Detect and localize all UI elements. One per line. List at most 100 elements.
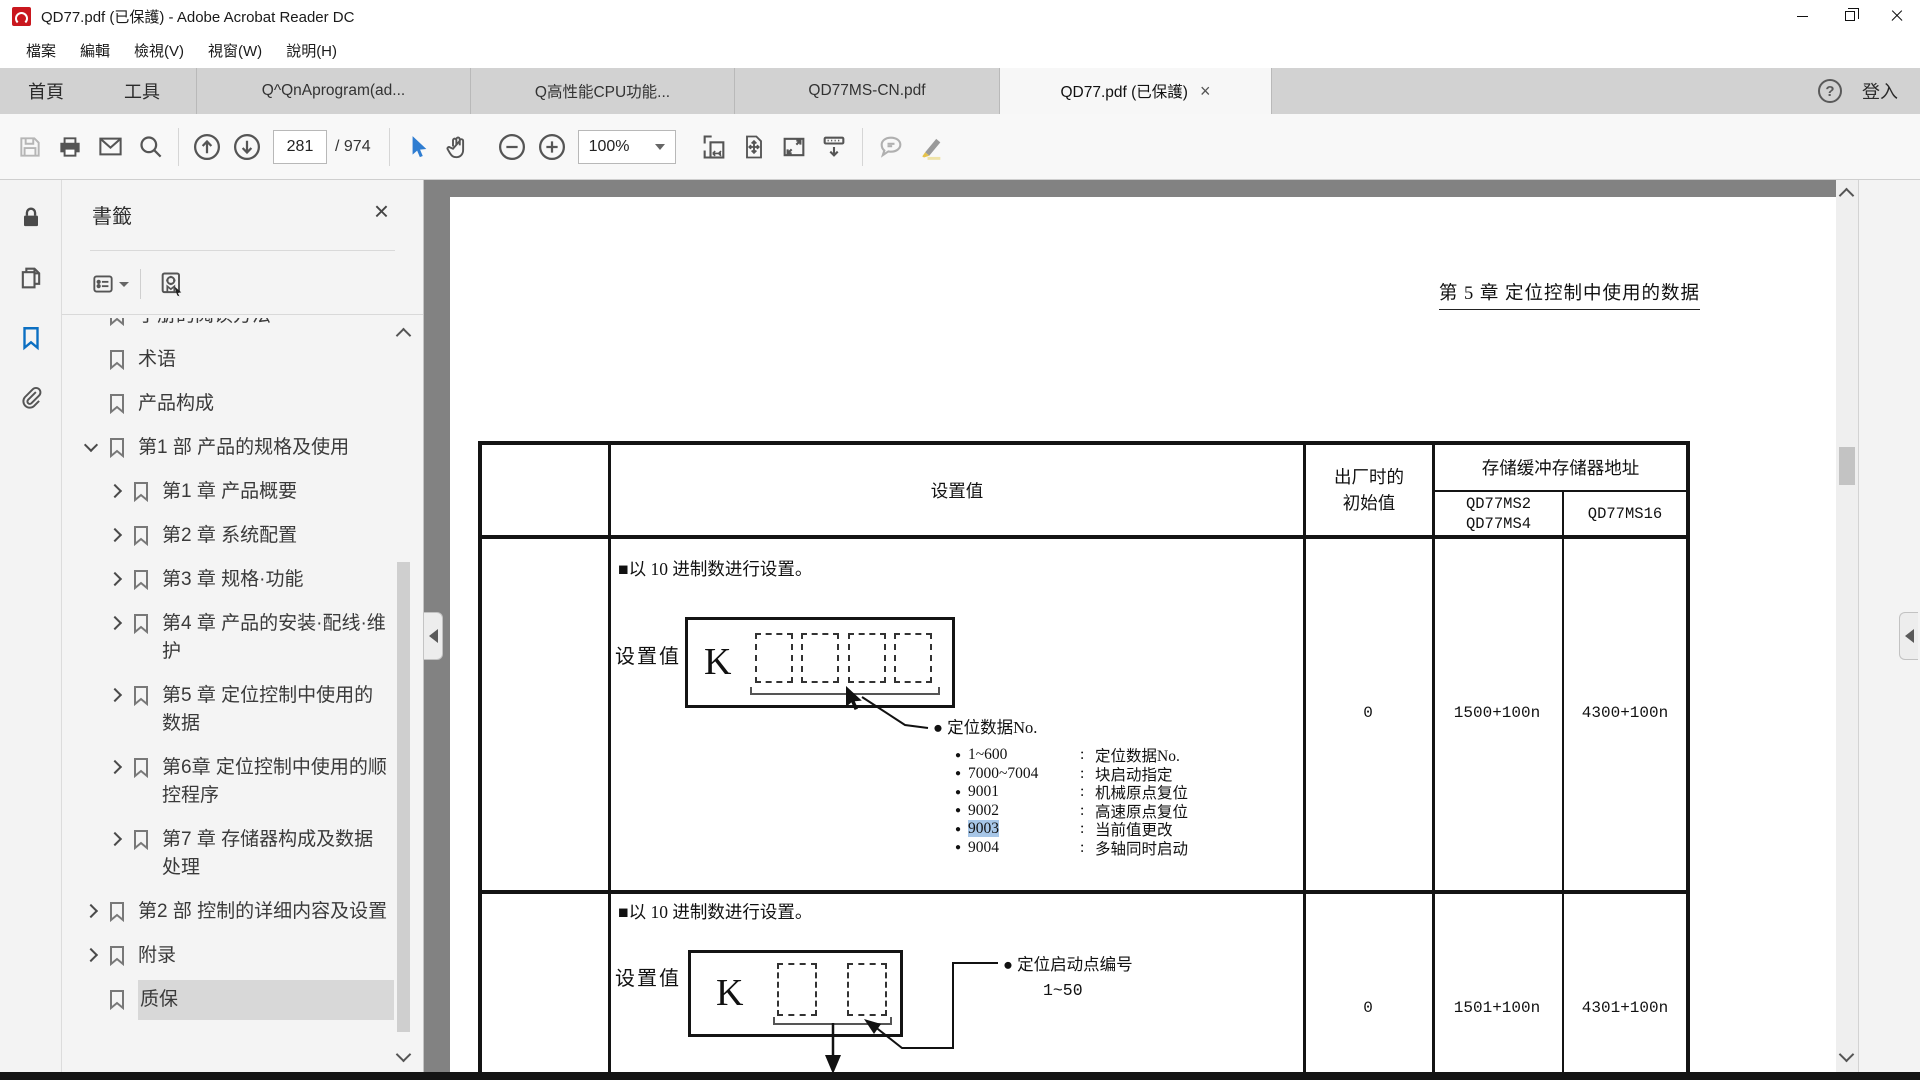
row1-callout: ● 定位数据No.: [933, 714, 1037, 738]
collapse-left-pane-handle[interactable]: [424, 612, 443, 660]
chevron-right-icon[interactable]: [84, 948, 98, 962]
row2-addr-ms24: 1501+100n: [1435, 994, 1559, 1022]
minimize-button[interactable]: [1779, 0, 1826, 32]
scroll-down-icon[interactable]: [1839, 1047, 1855, 1063]
bookmark-item-selected[interactable]: 质保: [62, 986, 394, 1014]
zoom-level-value: 100%: [589, 138, 630, 156]
document-scrollbar[interactable]: [1836, 180, 1858, 1072]
panel-close-icon[interactable]: ×: [374, 198, 389, 224]
bookmark-target-icon: [158, 270, 186, 298]
navigation-rail: [0, 180, 62, 1072]
chevron-right-icon[interactable]: [108, 688, 122, 702]
hide-toolbar-icon: [820, 133, 848, 161]
tab-tools[interactable]: 工具: [102, 68, 182, 114]
title-bar: QD77.pdf (已保護) - Adobe Acrobat Reader DC: [0, 0, 1920, 32]
main-toolbar: 281 / 974 100%: [0, 114, 1920, 180]
row1-initial-value: 0: [1307, 539, 1429, 886]
help-icon[interactable]: ?: [1818, 79, 1842, 103]
fit-page-button[interactable]: [734, 127, 774, 167]
tab-home[interactable]: 首頁: [6, 68, 86, 114]
chevron-right-icon[interactable]: [108, 760, 122, 774]
bookmark-item[interactable]: 第6章 定位控制中使用的顺控程序: [62, 754, 394, 810]
fullscreen-button[interactable]: [774, 127, 814, 167]
doc-tab-2[interactable]: Q高性能CPU功能...: [470, 68, 734, 114]
bookmark-item[interactable]: 第1 部 产品的规格及使用: [62, 434, 394, 462]
menu-file[interactable]: 檔案: [14, 34, 68, 67]
chevron-right-icon[interactable]: [108, 616, 122, 630]
zoom-in-button[interactable]: [532, 127, 572, 167]
chevron-right-icon[interactable]: [84, 904, 98, 918]
chevron-right-icon[interactable]: [108, 528, 122, 542]
search-button[interactable]: [130, 127, 170, 167]
bookmark-item[interactable]: 第1 章 产品概要: [62, 478, 394, 506]
chevron-right-icon[interactable]: [108, 572, 122, 586]
bookmark-options-button[interactable]: [88, 266, 130, 302]
bookmark-item[interactable]: 产品构成: [62, 390, 394, 418]
open-right-pane-handle[interactable]: [1899, 612, 1918, 660]
save-button[interactable]: [10, 127, 50, 167]
select-arrow-icon: [405, 134, 431, 160]
document-scrollbar-thumb[interactable]: [1839, 447, 1855, 485]
bookmark-item[interactable]: 第7 章 存储器构成及数据处理: [62, 826, 394, 882]
doc-tab-3[interactable]: QD77MS-CN.pdf: [734, 68, 999, 114]
chevron-right-icon[interactable]: [108, 484, 122, 498]
bookmark-item[interactable]: 第4 章 产品的安装·配线·维护: [62, 610, 394, 666]
bookmark-item[interactable]: 附录: [62, 942, 394, 970]
bookmarks-rail-button[interactable]: [13, 320, 49, 356]
bookmark-item[interactable]: 手册的阅读方法: [62, 318, 394, 330]
close-button[interactable]: [1873, 0, 1920, 32]
page-thumbnails-rail-button[interactable]: [13, 260, 49, 296]
scroll-down-icon[interactable]: [396, 1047, 412, 1063]
select-tool-button[interactable]: [398, 127, 438, 167]
bookmark-item[interactable]: 术语: [62, 346, 394, 374]
scroll-up-icon[interactable]: [396, 328, 412, 344]
bookmarks-panel: 書籤 × 手册的阅读方法 术语: [62, 180, 424, 1072]
panel-scrollbar[interactable]: [394, 320, 414, 1072]
header-buffer-address: 存储缓冲存储器地址: [1435, 445, 1686, 490]
security-rail-button[interactable]: [13, 200, 49, 236]
menu-edit[interactable]: 編輯: [68, 34, 122, 67]
row2-heading: ■以 10 进制数进行设置。: [618, 899, 812, 924]
tab-close-icon[interactable]: ×: [1200, 82, 1211, 100]
chevron-right-icon[interactable]: [108, 832, 122, 846]
bookmark-item[interactable]: 第3 章 规格·功能: [62, 566, 394, 594]
previous-page-button[interactable]: [187, 127, 227, 167]
attachments-rail-button[interactable]: [13, 380, 49, 416]
bookmark-icon: [132, 525, 150, 546]
menu-help[interactable]: 說明(H): [274, 34, 349, 67]
highlight-button[interactable]: [911, 127, 951, 167]
doc-tab-1[interactable]: Q^QnAprogram(ad...: [196, 68, 470, 114]
chevron-down-icon[interactable]: [84, 438, 98, 452]
list-item: ●9002:高速原点复位: [955, 802, 1188, 821]
bookmark-item[interactable]: 第5 章 定位控制中使用的数据: [62, 682, 394, 738]
menu-window[interactable]: 視窗(W): [196, 34, 274, 67]
zoom-level-dropdown[interactable]: 100%: [578, 130, 676, 164]
zoom-out-button[interactable]: [492, 127, 532, 167]
next-page-button[interactable]: [227, 127, 267, 167]
scroll-up-icon[interactable]: [1839, 188, 1855, 204]
sign-in-button[interactable]: 登入: [1862, 78, 1898, 104]
highlighter-icon: [917, 133, 945, 161]
header-initial-value: 出厂时的 初始值: [1306, 445, 1432, 535]
bookmark-item[interactable]: 第2 部 控制的详细内容及设置: [62, 898, 394, 926]
hide-toolbar-button[interactable]: [814, 127, 854, 167]
bookmark-icon: [108, 989, 126, 1010]
goto-bookmark-button[interactable]: [151, 266, 193, 302]
comment-button[interactable]: [871, 127, 911, 167]
restore-button[interactable]: [1826, 0, 1873, 32]
bookmark-icon: [132, 613, 150, 634]
page-number-input[interactable]: 281: [273, 130, 327, 164]
options-list-icon: [90, 271, 116, 297]
row1-addr-ms24: 1500+100n: [1435, 539, 1559, 886]
doc-tab-active[interactable]: QD77.pdf (已保護) ×: [999, 68, 1272, 114]
page-down-icon: [232, 132, 262, 162]
scrolling-mode-button[interactable]: [694, 127, 734, 167]
bookmark-item[interactable]: 第2 章 系统配置: [62, 522, 394, 550]
hand-tool-button[interactable]: [438, 127, 478, 167]
list-item: ●7000~7004:块启动指定: [955, 765, 1188, 784]
print-button[interactable]: [50, 127, 90, 167]
menu-view[interactable]: 檢視(V): [122, 34, 196, 67]
panel-scrollbar-thumb[interactable]: [397, 562, 410, 1032]
row1-k-box: K: [685, 617, 955, 708]
email-button[interactable]: [90, 127, 130, 167]
